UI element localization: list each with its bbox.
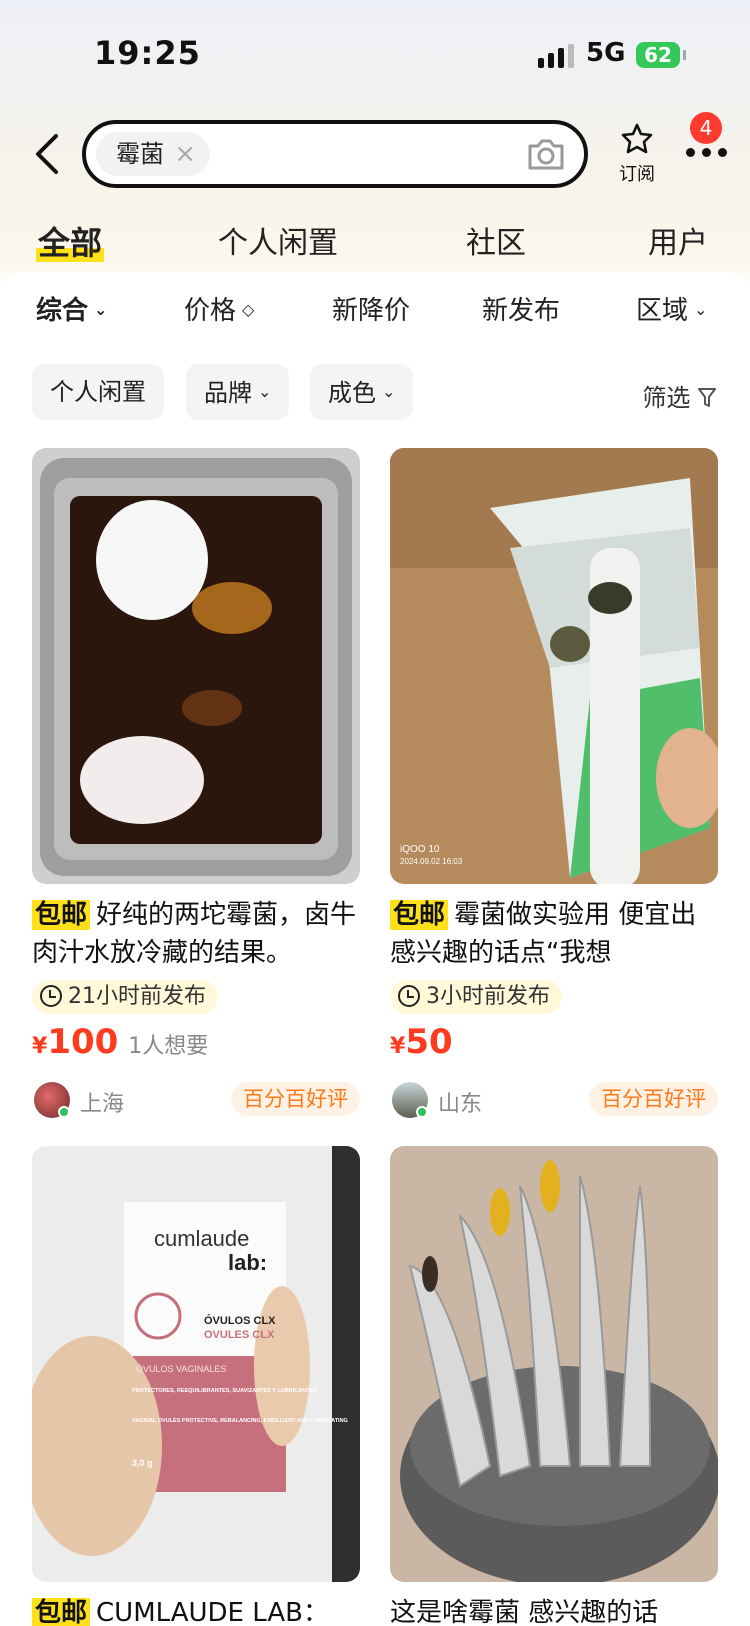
product-band: ÓVULOS VAGINALES <box>136 1364 226 1374</box>
tab-community[interactable]: 社区 <box>466 218 526 262</box>
product-price: 100 <box>47 1022 119 1062</box>
sort-comprehensive-label: 综合 <box>36 296 89 326</box>
chevron-down-icon: ⌄ <box>94 300 108 319</box>
product-image[interactable] <box>32 448 360 884</box>
chevron-down-icon: ⌄ <box>694 300 708 319</box>
battery-icon: 62 <box>636 42 686 68</box>
sort-new-post[interactable]: 新发布 <box>482 290 560 327</box>
tab-all[interactable]: 全部 <box>35 218 105 264</box>
currency-symbol: ¥ <box>390 1034 406 1059</box>
sort-price-label: 价格 <box>184 296 237 326</box>
network-type: 5G <box>586 38 626 68</box>
tab-users[interactable]: 用户 <box>648 218 708 262</box>
search-keyword-chip[interactable]: 霉菌 × <box>96 132 210 176</box>
sort-comprehensive[interactable]: 综合 ⌄ <box>36 290 107 327</box>
free-shipping-tag: 包邮 <box>390 900 449 930</box>
product-title-text: 这是啥霉菌 感兴趣的话 <box>390 1598 659 1626</box>
filter-condition-label: 成色 <box>328 379 376 407</box>
sort-price[interactable]: 价格 ◇ <box>184 290 254 327</box>
product-image[interactable] <box>390 1146 718 1582</box>
filter-brand[interactable]: 品牌 ⌄ <box>186 364 290 420</box>
currency-symbol: ¥ <box>32 1034 48 1059</box>
seller-location: 上海 <box>80 1092 125 1117</box>
screen-filter-label: 筛选 <box>642 384 691 412</box>
status-time: 19:25 <box>94 34 201 72</box>
product-card[interactable]: 这是啥霉菌 感兴趣的话 <box>390 1146 718 1626</box>
online-indicator <box>58 1106 70 1118</box>
search-input[interactable]: 霉菌 × <box>82 120 588 188</box>
filter-personal-idle[interactable]: 个人闲置 <box>32 364 164 420</box>
online-indicator <box>416 1106 428 1118</box>
rating-badge: 百分百好评 <box>231 1082 360 1116</box>
seller-location: 山东 <box>438 1092 483 1117</box>
clear-keyword-icon[interactable]: × <box>174 132 196 176</box>
price-row: ¥100 1人想要 <box>32 1022 360 1066</box>
chevron-down-icon: ⌄ <box>258 382 272 401</box>
seller-row[interactable]: 山东 百分百好评 <box>390 1080 718 1120</box>
product-name-es: ÓVULOS CLX <box>204 1314 276 1327</box>
free-shipping-tag: 包邮 <box>32 900 91 930</box>
product-card[interactable]: iQOO 10 2024.09.02 16:03 包邮 霉菌做实验用 便宜出 感兴… <box>390 448 718 1120</box>
more-icon[interactable] <box>686 148 728 158</box>
rating-badge: 百分百好评 <box>589 1082 718 1116</box>
star-pin-icon <box>621 123 653 154</box>
camera-date: 2024.09.02 16:03 <box>400 857 463 866</box>
subscribe-button[interactable]: 订阅 <box>612 122 662 186</box>
sort-price-drop[interactable]: 新降价 <box>332 290 410 327</box>
product-title-text: CUMLAUDE LAB： <box>96 1598 329 1626</box>
product-name-fr: OVULES CLX <box>204 1329 275 1341</box>
status-bar: 19:25 5G 62 <box>0 0 750 110</box>
search-keyword: 霉菌 <box>116 140 164 168</box>
product-card[interactable]: cumlaude lab: ÓVULOS CLX OVULES CLX ÓVUL… <box>32 1146 360 1626</box>
price-row: ¥50 <box>390 1022 718 1066</box>
back-icon[interactable] <box>32 132 62 176</box>
chevron-down-icon: ⌄ <box>382 382 396 401</box>
subscribe-label: 订阅 <box>619 164 655 185</box>
brand-text: cumlaude <box>154 1226 249 1251</box>
filter-bar: 个人闲置 品牌 ⌄ 成色 ⌄ 筛选 <box>0 364 750 420</box>
notification-badge: 4 <box>690 112 722 144</box>
screen-filter-button[interactable]: 筛选 <box>642 378 716 413</box>
product-title[interactable]: 包邮 霉菌做实验用 便宜出 感兴趣的话点“我想 <box>390 896 718 972</box>
sort-region[interactable]: 区域 ⌄ <box>636 290 707 327</box>
post-time: 3小时前发布 <box>390 980 562 1014</box>
product-image[interactable]: iQOO 10 2024.09.02 16:03 <box>390 448 718 884</box>
product-title[interactable]: 这是啥霉菌 感兴趣的话 <box>390 1594 718 1626</box>
sort-toggle-icon: ◇ <box>242 300 255 319</box>
post-time-text: 3小时前发布 <box>426 984 550 1009</box>
product-desc-en: VAGINAL OVULES PROTECTIVE, REBALANCING, … <box>132 1418 348 1424</box>
camera-icon[interactable] <box>526 136 566 172</box>
filter-condition[interactable]: 成色 ⌄ <box>310 364 414 420</box>
product-image[interactable]: cumlaude lab: ÓVULOS CLX OVULES CLX ÓVUL… <box>32 1146 360 1582</box>
want-count: 1人想要 <box>128 1034 209 1059</box>
camera-watermark: iQOO 10 <box>400 844 440 855</box>
product-weight: 3,0 g <box>132 1458 153 1468</box>
product-card[interactable]: 包邮 好纯的两坨霉菌，卤牛肉汁水放冷藏的结果。 21小时前发布 ¥100 1人想要 … <box>32 448 360 1120</box>
product-price: 50 <box>405 1022 453 1062</box>
category-tabs: 全部 个人闲置 社区 用户 <box>0 210 750 266</box>
free-shipping-tag: 包邮 <box>32 1598 91 1626</box>
sort-region-label: 区域 <box>636 296 689 326</box>
seller-row[interactable]: 上海 百分百好评 <box>32 1080 360 1120</box>
product-title[interactable]: 包邮 CUMLAUDE LAB： <box>32 1594 360 1626</box>
signal-icon <box>538 44 574 68</box>
post-time: 21小时前发布 <box>32 980 218 1014</box>
post-time-text: 21小时前发布 <box>68 984 206 1009</box>
tab-personal-idle[interactable]: 个人闲置 <box>218 218 338 262</box>
sort-bar: 综合 ⌄ 价格 ◇ 新降价 新发布 区域 ⌄ <box>0 290 750 330</box>
funnel-icon <box>698 388 716 407</box>
clock-icon <box>40 985 62 1007</box>
filter-brand-label: 品牌 <box>204 379 252 407</box>
clock-icon <box>398 985 420 1007</box>
product-desc-es: PROTECTORES, REEQUILIBRANTES, SUAVIZANTE… <box>132 1388 317 1394</box>
product-title[interactable]: 包邮 好纯的两坨霉菌，卤牛肉汁水放冷藏的结果。 <box>32 896 360 972</box>
brand-text-bold: lab: <box>228 1250 267 1275</box>
